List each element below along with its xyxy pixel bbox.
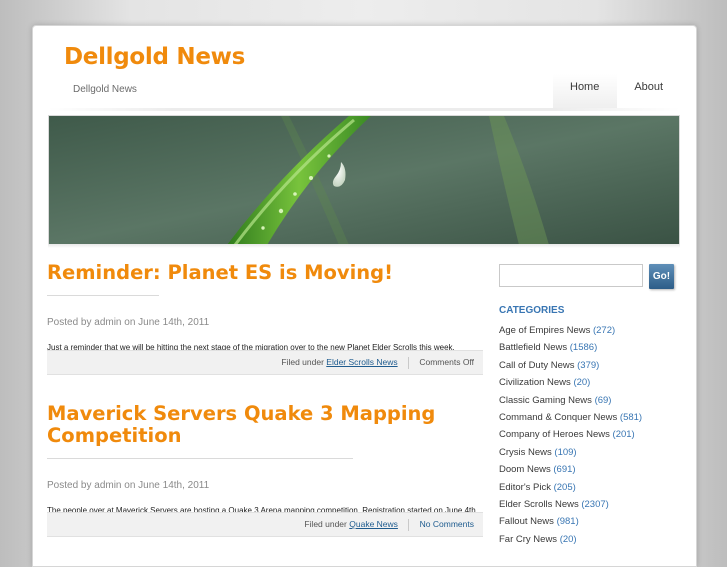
category-count: (2307): [581, 499, 609, 511]
nav-divider: [48, 108, 680, 111]
category-count: (691): [553, 464, 576, 476]
category-count: (205): [553, 481, 576, 493]
category-name[interactable]: Editor's Pick: [499, 482, 551, 493]
category-link[interactable]: Elder Scrolls News: [326, 357, 397, 367]
category-item[interactable]: Crysis News (109): [499, 444, 642, 461]
category-name[interactable]: Civilization News: [499, 377, 571, 388]
category-name[interactable]: Company of Heroes News: [499, 429, 610, 440]
category-count: (379): [577, 359, 600, 371]
search-input[interactable]: [499, 264, 643, 287]
category-count: (109): [554, 446, 577, 458]
category-name[interactable]: Doom News: [499, 464, 551, 475]
title-divider: [47, 295, 159, 296]
category-count: (272): [592, 325, 616, 336]
post-footer: Filed under Quake News No Comments: [47, 512, 483, 537]
category-item[interactable]: Company of Heroes News (201): [499, 426, 642, 443]
category-item[interactable]: Far Cry News (20): [499, 531, 642, 548]
page-container: Dellgold News Dellgold News Home About R…: [32, 25, 697, 567]
category-count: (981): [556, 516, 579, 528]
category-item[interactable]: Command & Conquer News (581): [499, 409, 642, 426]
site-description: Dellgold News: [73, 84, 137, 95]
category-item[interactable]: Battlefield News (1586): [499, 339, 642, 356]
main-nav: Home About: [553, 74, 681, 110]
category-count: (20): [559, 533, 577, 545]
category-count: (1586): [569, 342, 598, 354]
category-name[interactable]: Fallout News: [499, 516, 554, 527]
category-name[interactable]: Crysis News: [499, 447, 552, 458]
search-go-button[interactable]: Go!: [649, 264, 674, 289]
post-title-text[interactable]: Reminder: Planet ES is Moving!: [47, 261, 393, 284]
category-item[interactable]: Doom News (691): [499, 461, 642, 478]
category-name[interactable]: Command & Conquer News: [499, 412, 617, 423]
post-title[interactable]: Reminder: Planet ES is Moving!: [47, 262, 483, 306]
category-item[interactable]: Civilization News (20): [499, 374, 642, 391]
post-title-line-2[interactable]: Competition: [47, 424, 182, 447]
title-divider: [47, 458, 353, 459]
footer-separator: [408, 518, 410, 531]
post-title-line-1[interactable]: Maverick Servers Quake 3 Mapping: [47, 402, 435, 425]
category-item[interactable]: Age of Empires News (272): [499, 322, 642, 339]
category-count: (69): [594, 394, 612, 406]
post-meta: Posted by admin on June 14th, 2011: [47, 480, 210, 491]
category-name[interactable]: Age of Empires News: [499, 325, 590, 336]
filed-under-label: Filed under: [281, 357, 324, 367]
header-image: [48, 115, 680, 246]
category-link[interactable]: Quake News: [349, 519, 398, 529]
header-leaf-image: [49, 116, 679, 245]
category-name[interactable]: Call of Duty News: [499, 360, 575, 371]
post-1: Reminder: Planet ES is Moving! Posted by…: [47, 262, 483, 375]
post-meta: Posted by admin on June 14th, 2011: [47, 317, 210, 328]
nav-home[interactable]: Home: [553, 74, 618, 110]
category-count: (20): [573, 377, 591, 389]
post-title[interactable]: Maverick Servers Quake 3 Mapping Competi…: [47, 403, 483, 469]
site-title[interactable]: Dellgold News: [64, 44, 245, 70]
comments-status: Comments Off: [419, 357, 474, 367]
post-footer: Filed under Elder Scrolls News Comments …: [47, 350, 483, 375]
categories-heading: CATEGORIES: [499, 305, 565, 316]
category-name[interactable]: Battlefield News: [499, 342, 567, 353]
category-item[interactable]: Fallout News (981): [499, 513, 642, 530]
category-item[interactable]: Call of Duty News (379): [499, 357, 642, 374]
footer-separator: [407, 356, 409, 369]
comments-link[interactable]: No Comments: [420, 519, 474, 529]
category-name[interactable]: Far Cry News: [499, 534, 557, 545]
category-item[interactable]: Editor's Pick (205): [499, 479, 642, 496]
filed-under-label: Filed under: [304, 519, 347, 529]
nav-about[interactable]: About: [617, 74, 681, 110]
category-count: (581): [619, 412, 643, 424]
header-shadow: [48, 244, 680, 248]
category-item[interactable]: Classic Gaming News (69): [499, 392, 642, 409]
category-count: (201): [612, 429, 635, 441]
category-name[interactable]: Classic Gaming News: [499, 395, 592, 406]
post-2: Maverick Servers Quake 3 Mapping Competi…: [47, 403, 483, 537]
category-list: Age of Empires News (272) Battlefield New…: [499, 322, 642, 548]
category-item[interactable]: Elder Scrolls News (2307): [499, 496, 642, 513]
category-name[interactable]: Elder Scrolls News: [499, 499, 579, 510]
